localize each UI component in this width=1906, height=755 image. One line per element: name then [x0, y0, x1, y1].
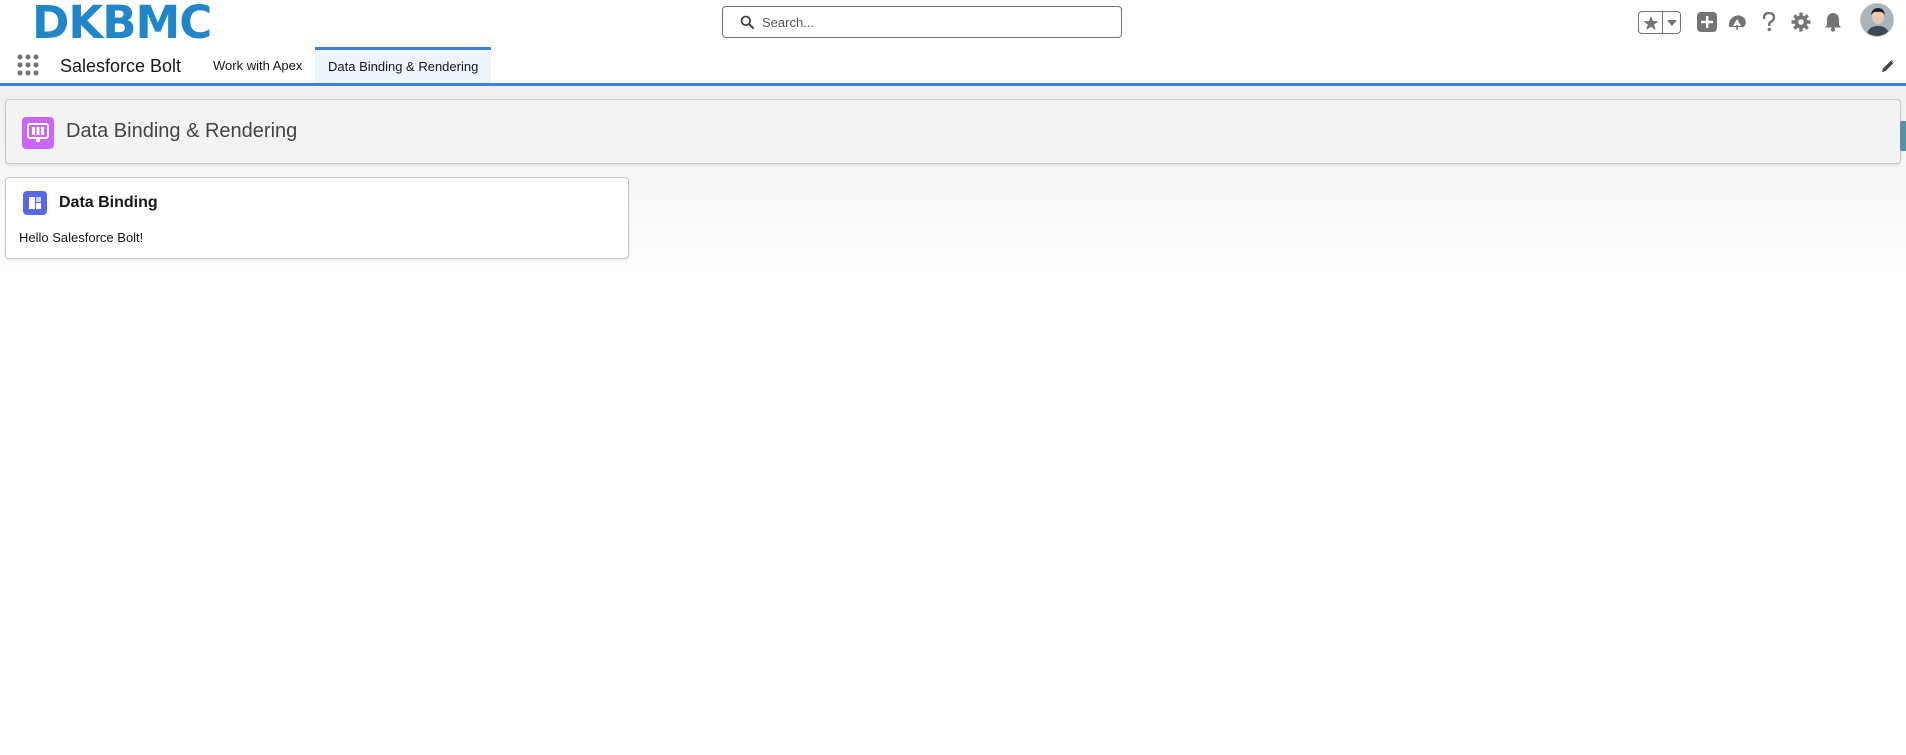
- card-title: Data Binding: [59, 194, 158, 211]
- pencil-icon: [1882, 60, 1894, 72]
- search-icon: [740, 15, 754, 29]
- favorites-list-button[interactable]: [1663, 12, 1680, 33]
- app-name: Salesforce Bolt: [60, 56, 182, 76]
- custom-component-icon: [29, 197, 41, 209]
- app-launcher-button[interactable]: [17, 54, 39, 76]
- global-header: DKBMC: [0, 0, 1906, 46]
- setup-button[interactable]: [1790, 11, 1812, 33]
- favorites-button-group: [1638, 11, 1681, 34]
- data-binding-card: Data Binding Hello Salesforce Bolt!: [5, 177, 629, 259]
- star-icon: [1643, 15, 1658, 30]
- global-actions-button[interactable]: [1696, 11, 1718, 33]
- trailhead-button[interactable]: [1726, 11, 1748, 33]
- avatar-image: [1861, 4, 1893, 36]
- tab-label: Data Binding & Rendering: [328, 59, 479, 74]
- tab-label: Work with Apex: [213, 57, 303, 73]
- card-icon: [23, 191, 47, 215]
- trailhead-icon: [1728, 15, 1746, 30]
- gear-icon: [1791, 12, 1811, 32]
- canvas-icon: [27, 123, 49, 142]
- page-header-icon: [22, 117, 54, 149]
- app-navigation-bar: Salesforce Bolt Work with Apex Data Bind…: [0, 45, 1906, 86]
- page-header: Data Binding & Rendering: [5, 99, 1901, 164]
- global-search[interactable]: [722, 6, 1122, 38]
- notifications-button[interactable]: [1822, 11, 1844, 33]
- edit-nav-button[interactable]: [1881, 59, 1895, 73]
- add-icon: [1697, 12, 1717, 32]
- tab-work-with-apex[interactable]: Work with Apex: [200, 47, 315, 83]
- page-title: Data Binding & Rendering: [66, 120, 298, 142]
- chevron-down-icon: [1666, 19, 1677, 26]
- card-body-text: Hello Salesforce Bolt!: [19, 230, 144, 245]
- app-launcher-icon: [17, 54, 39, 76]
- help-icon: [1762, 12, 1776, 32]
- company-logo[interactable]: DKBMC: [32, 0, 212, 46]
- utility-panel-handle[interactable]: [1900, 121, 1906, 151]
- favorites-button[interactable]: [1639, 12, 1663, 33]
- bell-icon: [1825, 13, 1841, 32]
- user-avatar[interactable]: [1860, 3, 1894, 37]
- tab-data-binding-rendering[interactable]: Data Binding & Rendering: [315, 47, 492, 83]
- help-button[interactable]: [1758, 11, 1780, 33]
- search-input[interactable]: [762, 14, 1102, 30]
